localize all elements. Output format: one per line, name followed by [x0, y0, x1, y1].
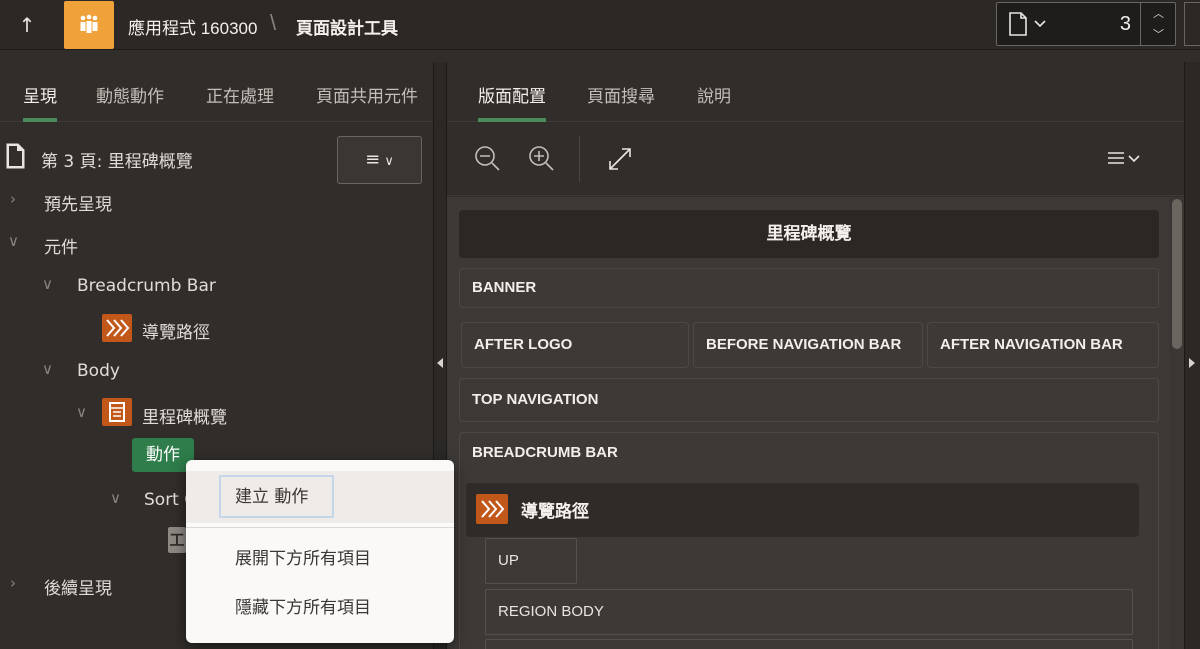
position-banner[interactable]: BANNER [459, 268, 1159, 308]
chevron-down-icon[interactable]: ∨ [8, 232, 19, 250]
chevron-up-icon[interactable]: ︿ [1141, 3, 1176, 24]
position-after-navigation[interactable]: AFTER NAVIGATION BAR [927, 322, 1159, 368]
left-tabs: 呈現 動態動作 正在處理 頁面共用元件 [0, 62, 433, 122]
region-icon [102, 398, 132, 426]
breadcrumb-app-name[interactable]: 應用程式 160300 [128, 14, 257, 39]
breadcrumb-icon [102, 314, 132, 342]
context-menu: 建立 動作 展開下方所有項目 隱藏下方所有項目 [186, 460, 454, 643]
chevron-down-icon[interactable]: ∨ [110, 489, 121, 507]
tree-post-rendering[interactable]: 後續呈現 [44, 574, 112, 599]
up-arrow-icon[interactable]: ↑ [12, 10, 42, 40]
focus-ring [219, 475, 334, 518]
toolbar-divider [579, 136, 580, 182]
chevron-down-icon[interactable]: ∨ [76, 403, 87, 421]
tab-layout[interactable]: 版面配置 [478, 82, 546, 122]
tab-dynamic-actions[interactable]: 動態動作 [96, 82, 164, 122]
people-icon [80, 14, 98, 33]
chevron-down-icon[interactable]: ∨ [42, 360, 53, 378]
tree-page-node[interactable]: 第 3 頁: 里程碑概覽 [41, 147, 193, 172]
layout-toolbar [447, 122, 1184, 196]
menu-item-expand-all[interactable]: 展開下方所有項目 [186, 533, 454, 585]
page-type-dropdown[interactable] [1007, 11, 1059, 37]
tab-shared-components[interactable]: 頁面共用元件 [316, 82, 418, 122]
position-top-navigation[interactable]: TOP NAVIGATION [459, 378, 1159, 422]
tree-breadcrumb-region[interactable]: 導覽路徑 [142, 318, 210, 343]
position-after-logo[interactable]: AFTER LOGO [461, 322, 689, 368]
hamburger-icon: ≡ [365, 149, 381, 170]
chevron-right-icon[interactable]: › [10, 190, 16, 208]
tree-region-milestones[interactable]: 里程碑概覽 [142, 403, 227, 428]
tree-item-badge[interactable]: 工 [168, 527, 186, 553]
tree-body[interactable]: Body [77, 361, 120, 381]
scrollbar-thumb[interactable] [1172, 199, 1182, 349]
position-before-navigation[interactable]: BEFORE NAVIGATION BAR [693, 322, 923, 368]
slot-up[interactable]: UP [485, 538, 577, 584]
toolbar-overflow-button[interactable] [1184, 2, 1200, 46]
tree-components[interactable]: 元件 [44, 233, 78, 258]
chevron-down-icon: ∨ [380, 154, 394, 169]
menu-divider [186, 527, 454, 528]
tab-processing[interactable]: 正在處理 [206, 82, 274, 122]
breadcrumb-bar-label: BREADCRUMB BAR [472, 444, 618, 461]
tree-pre-rendering[interactable]: 預先呈現 [44, 190, 112, 215]
layout-panel: 版面配置 頁面搜尋 說明 里程碑概覽 BANNER AFTER LOGO BEF… [447, 62, 1200, 649]
page-icon [1009, 12, 1046, 36]
tab-rendering[interactable]: 呈現 [23, 82, 57, 122]
breadcrumb-icon [476, 494, 508, 524]
expand-right-icon[interactable] [1189, 358, 1195, 368]
tree-breadcrumb-bar[interactable]: Breadcrumb Bar [77, 276, 216, 296]
page-number-input[interactable]: 3 [1101, 13, 1131, 36]
tab-page-search[interactable]: 頁面搜尋 [587, 82, 655, 122]
expand-icon[interactable] [603, 142, 637, 176]
app-icon[interactable] [64, 1, 114, 49]
top-bar: ↑ 應用程式 160300 \ 頁面設計工具 3 ︿ ﹀ [0, 0, 1200, 50]
right-panel-edge[interactable] [1184, 62, 1200, 649]
zoom-in-icon[interactable] [525, 142, 559, 176]
tree-actions-badge[interactable]: 動作 [132, 438, 194, 472]
page-title[interactable]: 里程碑概覽 [459, 210, 1159, 258]
layout-canvas: 里程碑概覽 BANNER AFTER LOGO BEFORE NAVIGATIO… [447, 197, 1172, 649]
tab-help[interactable]: 說明 [697, 82, 731, 122]
page-icon [6, 143, 25, 169]
chevron-down-icon[interactable]: ∨ [42, 275, 53, 293]
breadcrumb-tool-name: 頁面設計工具 [296, 19, 398, 39]
slot-region-body[interactable]: REGION BODY [485, 589, 1133, 635]
menu-item-collapse-all[interactable]: 隱藏下方所有項目 [186, 582, 454, 634]
chevron-right-icon[interactable]: › [10, 574, 16, 592]
layout-menu-button[interactable] [1102, 142, 1150, 176]
page-stepper: ︿ ﹀ [1140, 3, 1176, 45]
tree-menu-button[interactable]: ≡ ∨ [337, 136, 422, 184]
breadcrumb-region-label: 導覽路徑 [521, 502, 589, 522]
breadcrumb-separator: \ [270, 10, 277, 35]
collapse-left-icon[interactable] [437, 358, 443, 368]
zoom-out-icon[interactable] [471, 142, 505, 176]
right-tabs: 版面配置 頁面搜尋 說明 [447, 62, 1184, 122]
chevron-down-icon[interactable]: ﹀ [1141, 24, 1176, 45]
page-selector: 3 ︿ ﹀ [996, 2, 1176, 46]
breadcrumb-region[interactable]: 導覽路徑 [466, 483, 1139, 537]
slot-next[interactable] [485, 639, 1133, 649]
